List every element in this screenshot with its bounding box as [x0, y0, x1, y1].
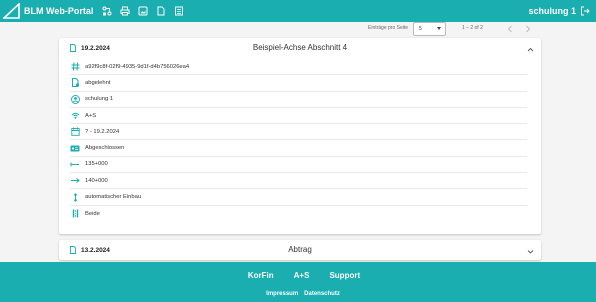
document-icon[interactable] [153, 3, 169, 19]
chevron-down-icon [527, 249, 533, 254]
entries-per-page-select[interactable]: 5 [413, 22, 446, 36]
footer-link-support[interactable]: Support [329, 271, 360, 280]
route-icon[interactable] [99, 3, 115, 19]
footer-link-as[interactable]: A+S [294, 271, 310, 280]
image-icon[interactable] [135, 3, 151, 19]
card-title: Abtrag [288, 245, 312, 254]
detail-row-method: automatischer Einbau [70, 189, 527, 206]
lanes-icon [70, 209, 80, 219]
logout-icon[interactable] [580, 6, 590, 16]
detail-row-user: schulung 1 [70, 92, 527, 108]
detail-row-id: a92f9c8f-02f9-4935-9d1f-d4b756026ea4 [70, 59, 527, 76]
calendar-icon [70, 127, 80, 137]
entries-per-page-value: 5 [419, 26, 422, 32]
detail-value: abgelehnt [85, 79, 111, 86]
card-details: a92f9c8f-02f9-4935-9d1f-d4b756026ea4 abg… [59, 59, 541, 222]
card-header[interactable]: Beispiel-Achse Abschnitt 4 19.2.2024 [59, 38, 541, 59]
logo-icon[interactable] [1, 0, 23, 22]
hash-icon [70, 62, 80, 72]
detail-row-state: Abgeschlossen [70, 140, 527, 157]
card-title: Beispiel-Achse Abschnitt 4 [252, 43, 348, 52]
header-user-area: schulung 1 [528, 0, 590, 22]
previous-page-button[interactable] [503, 22, 517, 36]
detail-value: Abgeschlossen [85, 145, 125, 152]
table-icon[interactable] [171, 3, 187, 19]
chevron-right-icon [526, 25, 531, 33]
detail-value: schulung 1 [85, 96, 114, 103]
document-icon [70, 44, 76, 52]
detail-value: Beide [85, 210, 100, 217]
wifi-antenna-icon [70, 111, 80, 121]
header-nav [99, 3, 187, 19]
footer-legal-links: Impressum Datenschutz [0, 291, 596, 297]
detail-value: 140+000 [85, 177, 108, 184]
app-header: BLM Web-Portal schulung 1 [0, 0, 596, 22]
next-page-button[interactable] [521, 22, 535, 36]
card-date: 19.2.2024 [69, 44, 110, 52]
detail-row-company: A+S [70, 108, 527, 125]
pagination-bar: Einträge pro Seite 5 1 – 2 of 2 [0, 22, 596, 37]
user-icon [70, 94, 80, 104]
document-icon [70, 246, 76, 254]
app-footer: KorFin A+S Support Impressum Datenschutz [0, 262, 596, 302]
arrow-right-end-icon [70, 176, 80, 186]
chevron-up-icon [527, 47, 533, 51]
footer-links: KorFin A+S Support [0, 271, 596, 280]
entries-per-page-label: Einträge pro Seite [368, 25, 409, 31]
card-date-text: 13.2.2024 [81, 246, 110, 254]
footer-link-datenschutz[interactable]: Datenschutz [304, 291, 340, 297]
card-date: 13.2.2024 [69, 246, 110, 254]
detail-row-direction: Beide [70, 206, 527, 222]
detail-row-date: ? - 19.2.2024 [70, 124, 527, 141]
footer-link-impressum[interactable]: Impressum [266, 291, 298, 297]
vertical-arrows-icon [70, 192, 80, 202]
user-name[interactable]: schulung 1 [528, 6, 576, 16]
id-card-icon [70, 143, 80, 153]
detail-value: a92f9c8f-02f9-4935-9d1f-d4b756026ea4 [85, 63, 190, 70]
detail-value: A+S [85, 112, 97, 119]
detail-row-end: 140+000 [70, 173, 527, 190]
expand-button[interactable] [525, 246, 535, 256]
result-card: Abtrag 13.2.2024 [59, 240, 541, 260]
footer-link-korfin[interactable]: KorFin [248, 271, 274, 280]
page-range: 1 – 2 of 2 [462, 25, 483, 31]
chevron-left-icon [507, 25, 512, 33]
detail-row-start: 135+000 [70, 157, 527, 174]
app-title[interactable]: BLM Web-Portal [24, 6, 93, 16]
card-date-text: 19.2.2024 [81, 44, 110, 52]
arrow-left-start-icon [70, 159, 80, 169]
detail-value: 135+000 [85, 161, 108, 168]
detail-row-status: abgelehnt [70, 75, 527, 92]
file-status-icon [70, 78, 80, 88]
detail-value: automatischer Einbau [85, 194, 142, 201]
detail-value: ? - 19.2.2024 [85, 128, 120, 135]
collapse-button[interactable] [525, 44, 535, 54]
card-header[interactable]: Abtrag 13.2.2024 [59, 240, 541, 261]
result-card: Beispiel-Achse Abschnitt 4 19.2.2024 a92… [59, 38, 541, 234]
chevron-down-icon [437, 27, 441, 30]
printer-icon[interactable] [117, 3, 133, 19]
